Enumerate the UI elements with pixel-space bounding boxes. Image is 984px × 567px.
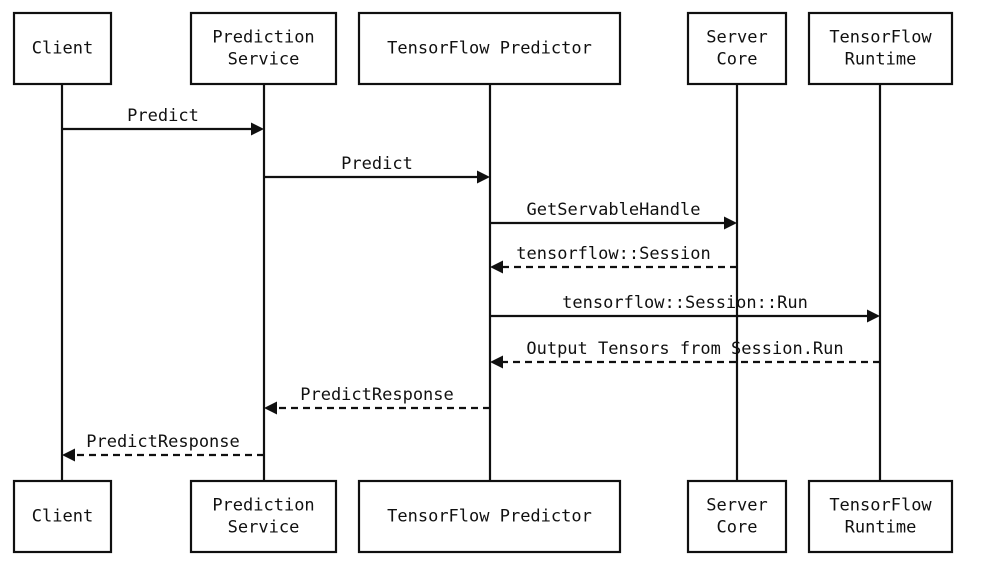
arrow-head-icon — [490, 355, 503, 369]
message-label: tensorflow::Session — [516, 244, 710, 264]
message-label: PredictResponse — [86, 432, 240, 452]
participant-box-tensorflow-runtime-top: TensorFlowRuntime — [807, 11, 954, 86]
participant-label-server-core: Server — [706, 28, 767, 48]
participant-box-frame — [189, 11, 338, 86]
message-label: Predict — [127, 106, 199, 126]
message-msg-predict-response-to-client: PredictResponse — [62, 432, 264, 462]
message-label: Output Tensors from Session.Run — [526, 339, 843, 359]
participant-box-frame — [686, 479, 788, 554]
participant-label-server-core: Core — [717, 518, 758, 538]
messages-layer: Predict Predict GetServableHandle tensorflo… — [62, 106, 880, 462]
participant-label-tensorflow-runtime: TensorFlow — [829, 28, 932, 48]
participant-box-server-core-bottom: ServerCore — [686, 479, 788, 554]
arrow-head-icon — [62, 448, 75, 462]
message-msg-tensorflow-session-run: tensorflow::Session::Run — [490, 293, 880, 323]
participant-box-tensorflow-predictor-top: TensorFlow Predictor — [357, 11, 622, 86]
participant-box-prediction-service-bottom: PredictionService — [189, 479, 338, 554]
lifelines-layer — [60, 84, 882, 481]
message-msg-output-tensors: Output Tensors from Session.Run — [490, 339, 880, 369]
participant-label-prediction-service: Prediction — [212, 496, 314, 516]
participant-top-boxes: Client PredictionService TensorFlow Predic… — [12, 11, 954, 86]
message-msg-tensorflow-session: tensorflow::Session — [490, 244, 737, 274]
arrow-head-icon — [251, 122, 264, 136]
participant-box-client-top: Client — [12, 11, 113, 86]
participant-bottom-boxes: Client PredictionService TensorFlow Predic… — [12, 479, 954, 554]
participant-box-server-core-top: ServerCore — [686, 11, 788, 86]
participant-box-frame — [686, 11, 788, 86]
participant-box-tensorflow-predictor-bottom: TensorFlow Predictor — [357, 479, 622, 554]
message-msg-predict-client-to-service: Predict — [62, 106, 264, 136]
message-label: Predict — [341, 154, 413, 174]
message-msg-predict-service-to-predictor: Predict — [264, 154, 490, 184]
participant-label-prediction-service: Service — [228, 50, 300, 70]
participant-label-client: Client — [32, 39, 93, 59]
participant-label-tensorflow-runtime: Runtime — [845, 50, 917, 70]
arrow-head-icon — [490, 260, 503, 274]
participant-label-tensorflow-predictor: TensorFlow Predictor — [387, 507, 592, 527]
participant-label-tensorflow-predictor: TensorFlow Predictor — [387, 39, 592, 59]
participant-label-server-core: Server — [706, 496, 767, 516]
participant-label-server-core: Core — [717, 50, 758, 70]
participant-box-client-bottom: Client — [12, 479, 113, 554]
participant-box-tensorflow-runtime-bottom: TensorFlowRuntime — [807, 479, 954, 554]
sequence-diagram-svg: Predict Predict GetServableHandle tensorflo… — [12, 11, 954, 554]
participant-label-prediction-service: Service — [228, 518, 300, 538]
participant-label-tensorflow-runtime: Runtime — [845, 518, 917, 538]
participant-box-frame — [807, 479, 954, 554]
arrow-head-icon — [724, 216, 737, 230]
message-msg-predict-response-to-service: PredictResponse — [264, 385, 490, 415]
participant-label-client: Client — [32, 507, 93, 527]
sequence-diagram-canvas: Predict Predict GetServableHandle tensorflo… — [0, 0, 984, 567]
participant-label-tensorflow-runtime: TensorFlow — [829, 496, 932, 516]
message-label: tensorflow::Session::Run — [562, 293, 808, 313]
message-label: PredictResponse — [300, 385, 454, 405]
message-msg-get-servable-handle: GetServableHandle — [490, 200, 737, 230]
arrow-head-icon — [477, 170, 490, 184]
arrow-head-icon — [264, 401, 277, 415]
participant-label-prediction-service: Prediction — [212, 28, 314, 48]
participant-box-prediction-service-top: PredictionService — [189, 11, 338, 86]
arrow-head-icon — [867, 309, 880, 323]
participant-box-frame — [807, 11, 954, 86]
participant-box-frame — [189, 479, 338, 554]
message-label: GetServableHandle — [527, 200, 701, 220]
